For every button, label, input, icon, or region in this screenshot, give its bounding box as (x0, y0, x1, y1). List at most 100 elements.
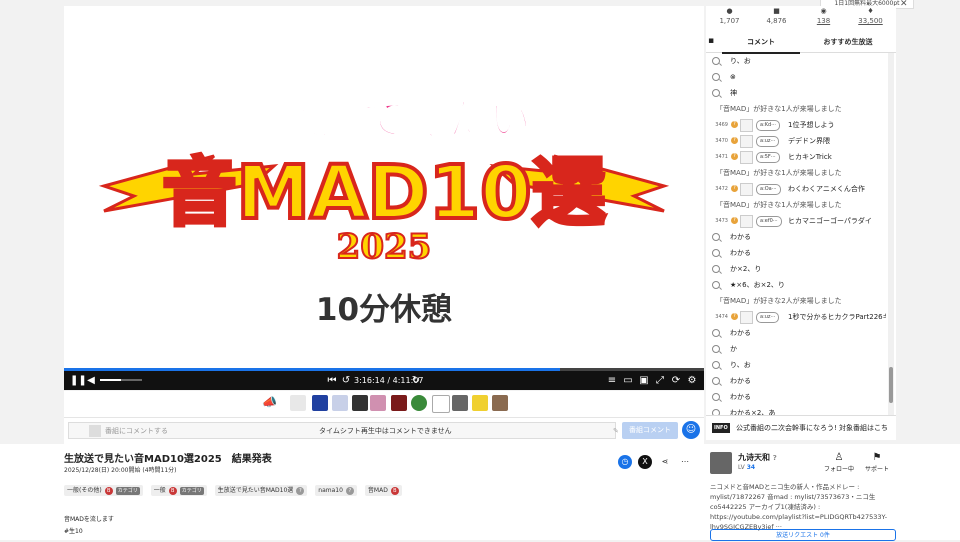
tag-chip[interactable]: 一般 B カテゴリ (150, 485, 207, 496)
broadcast-request-button[interactable]: 放送リクエスト 0件 (710, 529, 896, 541)
encyclopedia-icon[interactable]: B (168, 487, 177, 495)
emoji-icon[interactable]: ☺ (682, 421, 700, 439)
gift-item[interactable] (492, 395, 508, 411)
user-id-badge[interactable]: a:uz··· (756, 312, 780, 323)
stat-gifts[interactable]: ♦ 33,500 (847, 6, 894, 26)
comment-row[interactable]: 3473? a:ef0··· ヒカマニゴーゴーパラダイ (706, 213, 886, 229)
comment-row[interactable]: 3474? a:uz··· 1秒で分かるヒカクラPart226キャニ (706, 309, 886, 325)
user-avatar[interactable] (710, 452, 732, 474)
comment-row[interactable]: わかる (706, 373, 886, 389)
comment-row[interactable]: わかる (706, 389, 886, 405)
comment-toggle-icon[interactable]: ▭ (622, 374, 634, 387)
gift-item[interactable] (332, 395, 348, 411)
gift-item[interactable] (472, 395, 488, 411)
tab-recommended[interactable]: おすすめ生放送 (800, 32, 896, 52)
chat-icon[interactable]: ▪ (708, 36, 714, 46)
zoom-icon[interactable] (712, 345, 720, 353)
user-id-badge[interactable]: a:Kd··· (756, 120, 780, 131)
volume-icon[interactable]: ◀ (84, 374, 98, 387)
rewind-icon[interactable]: ↺ (340, 374, 352, 387)
pause-icon[interactable]: ❚❚ (70, 374, 87, 387)
zoom-icon[interactable] (712, 233, 720, 241)
comment-row[interactable]: わかる×2、あ (706, 405, 886, 415)
stat-ads[interactable]: ◉ 138 (800, 6, 847, 26)
zoom-icon[interactable] (712, 73, 720, 81)
encyclopedia-icon[interactable]: B (104, 487, 113, 495)
help-icon[interactable]: ? (345, 487, 354, 495)
edit-icon[interactable]: ✎ (613, 423, 619, 440)
more-icon[interactable]: ⋯ (678, 455, 692, 469)
gift-item[interactable] (432, 395, 450, 413)
gift-item[interactable] (312, 395, 328, 411)
volume-slider[interactable] (100, 379, 142, 381)
scrollbar-thumb[interactable] (889, 367, 893, 403)
fullscreen-icon[interactable]: ⤢ (654, 374, 666, 387)
comment-list[interactable]: り、お ⊗ 神「音MAD」が好きな1人が来場しました 3469? a:Kd··· 1位予想… (706, 53, 886, 415)
share-icon[interactable]: ⋖ (658, 455, 672, 469)
x-share-icon[interactable]: X (638, 455, 652, 469)
reload-icon[interactable]: ⟳ (670, 374, 682, 387)
forward-icon[interactable]: ↻ (410, 374, 422, 387)
avatar[interactable] (740, 151, 753, 164)
zoom-icon[interactable] (712, 281, 720, 289)
avatar[interactable] (740, 135, 753, 148)
comment-submit-button[interactable]: 番組コメント (622, 422, 678, 439)
zoom-icon[interactable] (712, 57, 720, 65)
clock-icon[interactable]: ◷ (618, 455, 632, 469)
user-id-badge[interactable]: a:ef0··· (756, 216, 782, 227)
gift-item[interactable] (352, 395, 368, 411)
gift-item[interactable] (290, 395, 306, 411)
program-hashtag[interactable]: #生10 (64, 526, 83, 535)
help-icon[interactable]: ? (773, 454, 777, 462)
skip-back-icon[interactable]: ⏮ (326, 374, 338, 387)
gift-item[interactable] (391, 395, 407, 411)
tag-chip[interactable]: 生放送で見たい音MAD10選? (214, 485, 308, 496)
avatar[interactable] (740, 215, 753, 228)
avatar[interactable] (740, 119, 753, 132)
comment-row[interactable]: り、お (706, 357, 886, 373)
comment-row[interactable]: か×2、り (706, 261, 886, 277)
comment-input[interactable]: 番組にコメントする タイムシフト再生中はコメントできません ✎ (68, 422, 619, 440)
system-message[interactable]: 「音MAD」が好きな2人が来場しました (706, 293, 886, 309)
zoom-icon[interactable] (712, 361, 720, 369)
gift-item[interactable] (370, 395, 386, 411)
tab-comment[interactable]: コメント (722, 32, 800, 54)
zoom-icon[interactable] (712, 329, 720, 337)
gift-item[interactable] (411, 395, 427, 411)
tag-chip[interactable]: 音MAD B (364, 485, 402, 496)
encyclopedia-icon[interactable]: B (390, 487, 399, 495)
support-button[interactable]: ⚑ サポート (860, 452, 894, 473)
settings-sliders-icon[interactable]: ≡ (606, 374, 618, 387)
close-icon[interactable]: ✕ (900, 0, 910, 9)
help-icon[interactable]: ? (296, 487, 305, 495)
comment-row[interactable]: り、お (706, 53, 886, 69)
user-id-badge[interactable]: a:5F··· (756, 152, 780, 163)
comment-row[interactable]: 3472? a:Oa··· わくわくアニメくん合作 (706, 181, 886, 197)
comment-row[interactable]: か (706, 341, 886, 357)
zoom-icon[interactable] (712, 249, 720, 257)
user-id-badge[interactable]: a:Oa··· (756, 184, 781, 195)
tag-chip[interactable]: 一般(その他) B カテゴリ (64, 485, 143, 496)
zoom-icon[interactable] (712, 393, 720, 401)
zoom-icon[interactable] (712, 265, 720, 273)
avatar[interactable] (740, 311, 753, 324)
system-message[interactable]: 「音MAD」が好きな1人が来場しました (706, 197, 886, 213)
system-message[interactable]: 「音MAD」が好きな1人が来場しました (706, 165, 886, 181)
comment-row[interactable]: 3471? a:5F··· ヒカキンTrick (706, 149, 886, 165)
comment-row[interactable]: 3469? a:Kd··· 1位予想しよう (706, 117, 886, 133)
user-id-badge[interactable]: a:uz··· (756, 136, 780, 147)
gear-icon[interactable]: ⚙ (686, 374, 698, 387)
comment-row[interactable]: わかる (706, 325, 886, 341)
comment-row[interactable]: わかる (706, 245, 886, 261)
video-player[interactable]: 生放送で見たい 音MAD10選 2025 10分休憩 ❚❚ ◀ ⏮ ↺ 3:16… (64, 6, 704, 390)
avatar[interactable] (740, 183, 753, 196)
comment-row[interactable]: 3470? a:uz··· デデドン界隈 (706, 133, 886, 149)
comment-scrollbar[interactable] (888, 53, 894, 415)
megaphone-icon[interactable]: 📣 (262, 395, 277, 409)
tag-chip[interactable]: nama10? (315, 485, 357, 496)
comment-row[interactable]: ⊗ (706, 69, 886, 85)
video-frame[interactable]: 生放送で見たい 音MAD10選 2025 10分休憩 (64, 6, 704, 368)
zoom-icon[interactable] (712, 89, 720, 97)
comment-row[interactable]: ★×6、お×2、り (706, 277, 886, 293)
follow-button[interactable]: ♙ フォロー中 (822, 452, 856, 473)
